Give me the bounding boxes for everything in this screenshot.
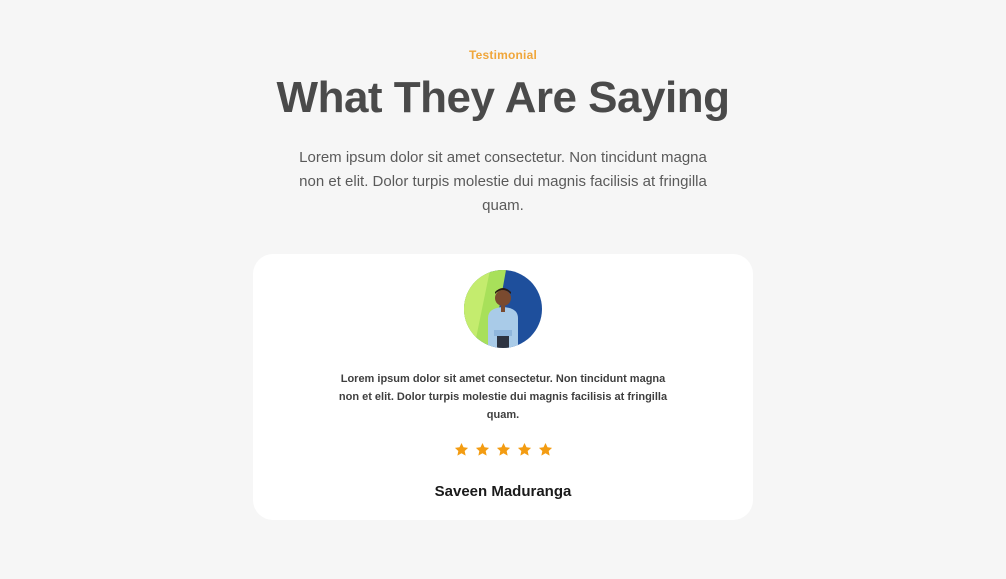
section-subtitle: Lorem ipsum dolor sit amet consectetur. … <box>299 149 707 214</box>
section-title: What They Are Saying <box>276 73 730 122</box>
testimonial-author: Saveen Maduranga <box>434 483 572 500</box>
testimonial-quote: Lorem ipsum dolor sit amet consectetur. … <box>338 373 668 421</box>
avatar <box>464 270 542 348</box>
section-eyebrow: Testimonial <box>469 48 537 62</box>
star-icon <box>496 442 510 456</box>
rating-stars <box>253 442 753 457</box>
testimonial-section: Testimonial What They Are Saying Lorem i… <box>0 0 1006 579</box>
testimonial-card: Lorem ipsum dolor sit amet consectetur. … <box>253 254 753 520</box>
star-icon <box>517 442 531 456</box>
star-icon <box>538 442 552 456</box>
avatar-photo-icon <box>464 270 542 348</box>
star-icon <box>454 442 468 456</box>
star-icon <box>475 442 489 456</box>
